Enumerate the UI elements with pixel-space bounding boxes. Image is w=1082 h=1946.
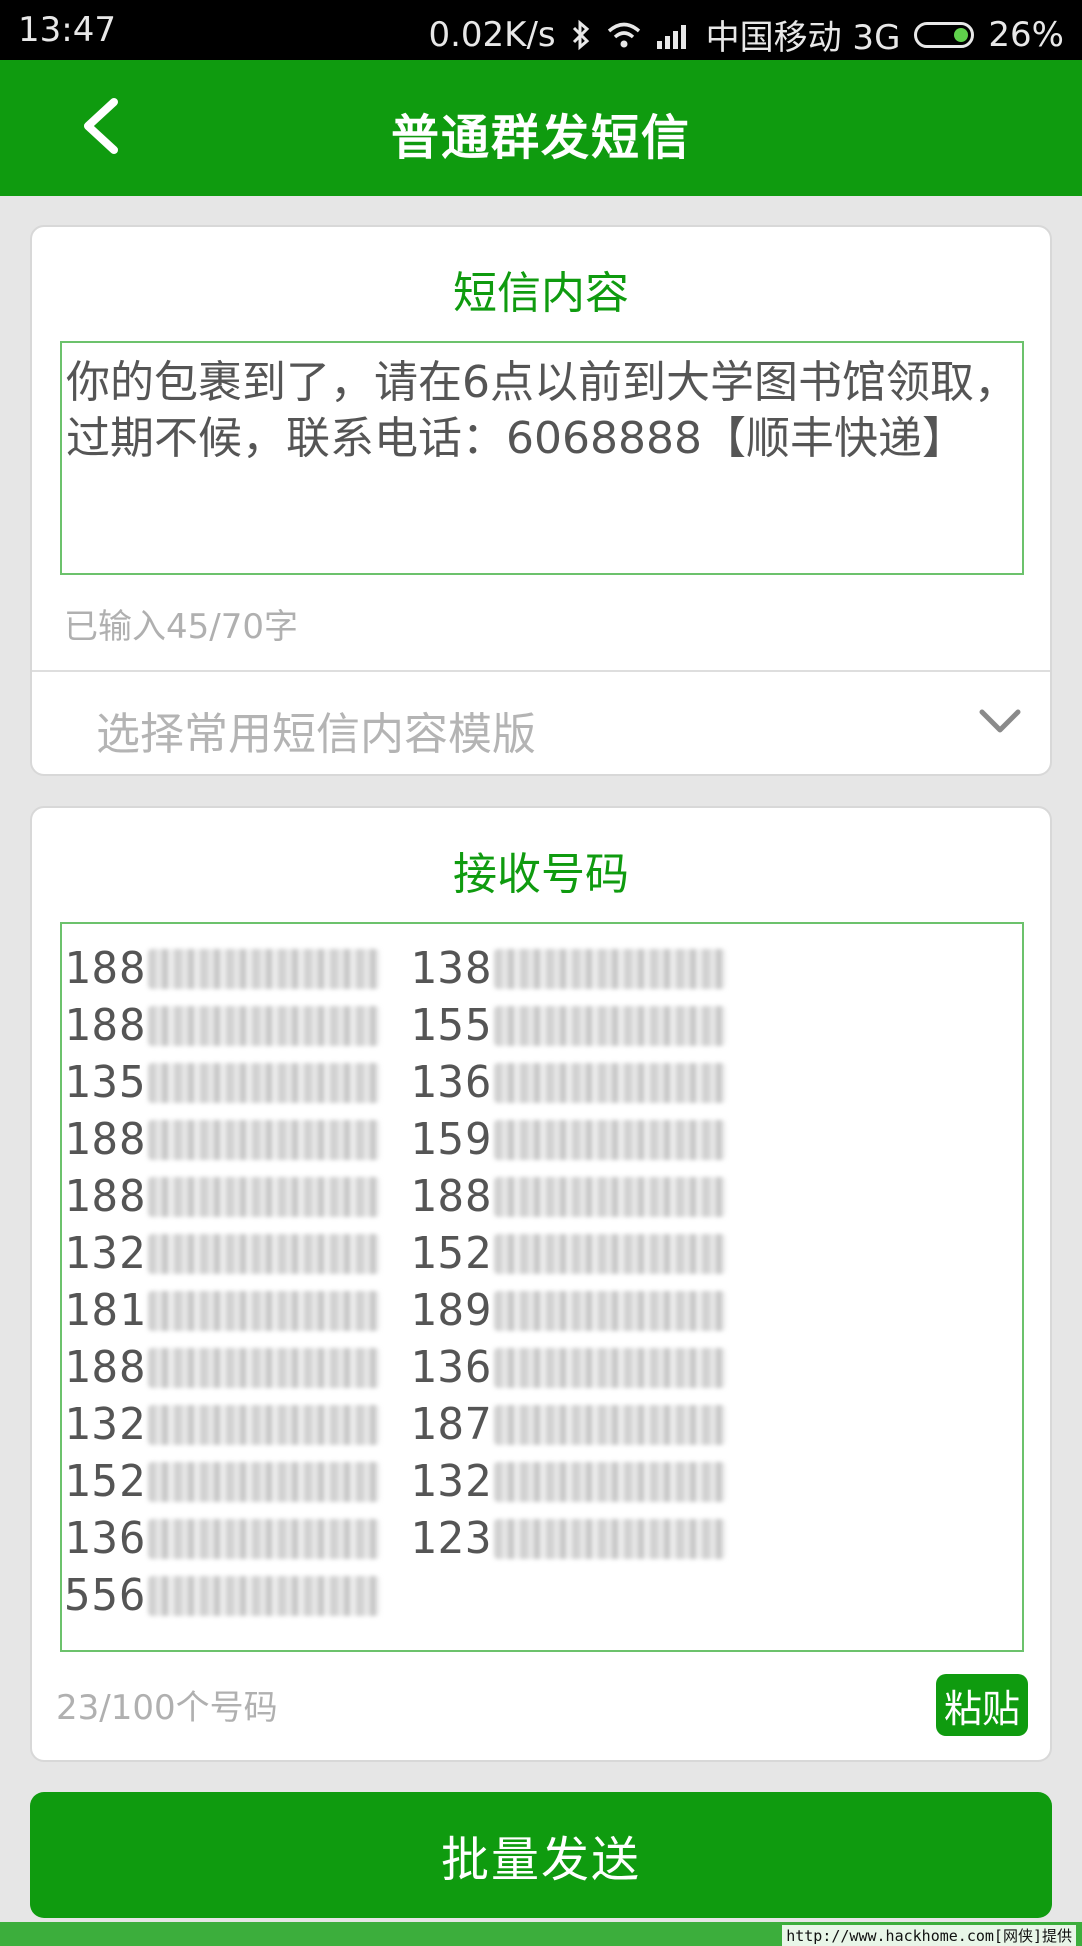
net-speed: 0.02K/s <box>428 14 556 55</box>
phone-number-prefix: 188 <box>64 943 147 994</box>
phone-number: 159 <box>408 1111 754 1168</box>
batch-send-button[interactable]: 批量发送 <box>30 1792 1052 1918</box>
bluetooth-icon <box>570 19 592 51</box>
blurred-digits <box>494 1005 727 1046</box>
phone-number: 123 <box>408 1510 754 1567</box>
phone-number: 188 <box>62 1168 408 1225</box>
phone-number-prefix: 188 <box>410 1171 493 1222</box>
phone-number-prefix: 181 <box>64 1285 147 1336</box>
app-header: 普通群发短信 <box>0 60 1082 196</box>
phone-number-prefix: 159 <box>410 1114 493 1165</box>
phone-number: 188 <box>408 1168 754 1225</box>
status-time: 13:47 <box>18 10 116 50</box>
template-select-label: 选择常用短信内容模版 <box>96 709 536 760</box>
phone-number-prefix: 188 <box>64 1114 147 1165</box>
sms-section-title: 短信内容 <box>453 268 629 319</box>
phone-number: 187 <box>408 1396 754 1453</box>
blurred-digits <box>148 1176 381 1217</box>
phone-number-prefix: 188 <box>64 1342 147 1393</box>
blurred-digits <box>148 1119 381 1160</box>
phone-number-prefix: 132 <box>64 1399 147 1450</box>
blurred-digits <box>494 1518 727 1559</box>
watermark: http://www.hackhome.com[网侠]提供 <box>782 1925 1076 1946</box>
phone-number-prefix: 556 <box>64 1570 147 1621</box>
phone-number-prefix: 136 <box>64 1513 147 1564</box>
blurred-digits <box>494 948 727 989</box>
battery-level <box>954 27 969 42</box>
blurred-digits <box>148 1404 381 1445</box>
phone-number: 138 <box>408 940 754 997</box>
blurred-digits <box>494 1233 727 1274</box>
phone-number: 136 <box>408 1339 754 1396</box>
phone-number: 152 <box>408 1225 754 1282</box>
blurred-digits <box>148 1518 381 1559</box>
phone-number-prefix: 188 <box>64 1000 147 1051</box>
phone-number: 132 <box>62 1396 408 1453</box>
phone-number-prefix: 187 <box>410 1399 493 1450</box>
page-title: 普通群发短信 <box>390 110 691 166</box>
chevron-down-icon <box>978 706 1022 740</box>
phone-number: 136 <box>408 1054 754 1111</box>
battery-percent: 26% <box>988 14 1064 55</box>
status-right: 0.02K/s 中国移动 3G 26% <box>414 10 1064 59</box>
blurred-digits <box>494 1404 727 1445</box>
recipients-input[interactable]: 188 138 188 155 135 136 188 159 188 188 132 152 181 1… <box>60 922 1024 1652</box>
phone-number-prefix: 188 <box>64 1171 147 1222</box>
numbers-grid: 188 138 188 155 135 136 188 159 188 188 132 152 181 1… <box>62 940 1022 1624</box>
recipients-card: 接收号码 188 138 188 155 135 136 188 159 188 188 132 15… <box>30 806 1052 1762</box>
phone-number-prefix: 123 <box>410 1513 493 1564</box>
blurred-digits <box>148 1575 381 1616</box>
sms-content-input[interactable]: 你的包裹到了，请在6点以前到大学图书馆领取，过期不候，联系电话：6068888【… <box>60 341 1024 575</box>
phone-number: 188 <box>62 997 408 1054</box>
sms-content-card: 短信内容 你的包裹到了，请在6点以前到大学图书馆领取，过期不候，联系电话：606… <box>30 225 1052 776</box>
blurred-digits <box>494 1176 727 1217</box>
phone-number-prefix: 132 <box>64 1228 147 1279</box>
blurred-digits <box>148 1347 381 1388</box>
phone-number: 188 <box>62 1339 408 1396</box>
phone-number-prefix: 136 <box>410 1342 493 1393</box>
phone-number-prefix: 136 <box>410 1057 493 1108</box>
phone-number: 155 <box>408 997 754 1054</box>
phone-number: 556 <box>62 1567 408 1624</box>
phone-number: 152 <box>62 1453 408 1510</box>
blurred-digits <box>494 1290 727 1331</box>
phone-number-prefix: 132 <box>410 1456 493 1507</box>
phone-number-prefix: 189 <box>410 1285 493 1336</box>
phone-number: 188 <box>62 1111 408 1168</box>
phone-number-prefix: 152 <box>410 1228 493 1279</box>
blurred-digits <box>148 1290 381 1331</box>
phone-number: 188 <box>62 940 408 997</box>
blurred-digits <box>494 1062 727 1103</box>
phone-number: 135 <box>62 1054 408 1111</box>
status-bar: 13:47 0.02K/s 中国移动 3G 26% <box>0 0 1082 60</box>
blurred-digits <box>148 1062 381 1103</box>
blurred-digits <box>148 1005 381 1046</box>
carrier-label: 中国移动 3G <box>705 18 901 58</box>
battery-icon <box>914 21 975 48</box>
blurred-digits <box>494 1461 727 1502</box>
blurred-digits <box>494 1347 727 1388</box>
blurred-digits <box>148 1233 381 1274</box>
phone-number: 136 <box>62 1510 408 1567</box>
wifi-icon <box>606 20 642 50</box>
phone-number-prefix: 155 <box>410 1000 493 1051</box>
phone-number-prefix: 138 <box>410 943 493 994</box>
phone-number: 189 <box>408 1282 754 1339</box>
phone-number-prefix: 135 <box>64 1057 147 1108</box>
blurred-digits <box>148 948 381 989</box>
blurred-digits <box>148 1461 381 1502</box>
phone-number: 181 <box>62 1282 408 1339</box>
signal-icon <box>656 21 692 49</box>
number-count: 23/100个号码 <box>56 1688 278 1728</box>
char-count: 已输入45/70字 <box>64 607 298 647</box>
blurred-digits <box>494 1119 727 1160</box>
phone-number-prefix: 152 <box>64 1456 147 1507</box>
template-select[interactable]: 选择常用短信内容模版 <box>32 672 1050 776</box>
phone-number: 132 <box>62 1225 408 1282</box>
paste-button[interactable]: 粘贴 <box>936 1674 1028 1736</box>
phone-number: 132 <box>408 1453 754 1510</box>
recipients-section-title: 接收号码 <box>453 849 629 900</box>
